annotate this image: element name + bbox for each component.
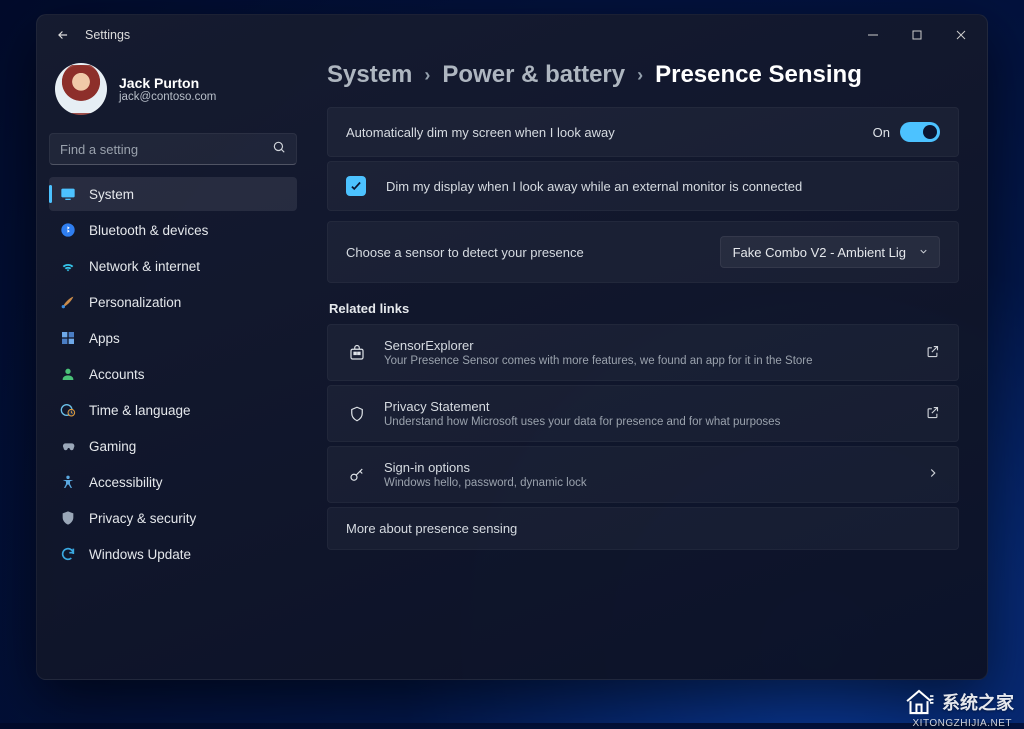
sidebar-item-gaming[interactable]: Gaming [49,429,297,463]
store-icon [346,344,368,362]
search-icon [272,140,286,159]
profile-block[interactable]: Jack Purton jack@contoso.com [49,59,297,129]
breadcrumb-level2[interactable]: Power & battery [442,61,625,89]
main-content: System › Power & battery › Presence Sens… [309,55,987,679]
accessibility-icon [59,473,77,491]
sidebar-item-network[interactable]: Network & internet [49,249,297,283]
update-icon [59,545,77,563]
search-box[interactable] [49,133,297,165]
sidebar-item-personalization[interactable]: Personalization [49,285,297,319]
breadcrumb-current: Presence Sensing [655,61,862,89]
sidebar-item-apps[interactable]: Apps [49,321,297,355]
toggle-switch[interactable] [900,122,940,142]
related-link-privacy[interactable]: Privacy Statement Understand how Microso… [327,385,959,442]
sensor-dropdown[interactable]: Fake Combo V2 - Ambient Lig [720,236,940,268]
shield-icon [59,509,77,527]
window-title: Settings [85,28,130,42]
settings-window: Settings Jack Purton jack@contoso.com [36,14,988,680]
watermark: 系统之家 XITONGZHIJIA.NET [902,687,1014,717]
sidebar-item-label: Windows Update [89,547,191,562]
related-link-more[interactable]: More about presence sensing [327,507,959,550]
related-link-title: SensorExplorer [384,338,909,353]
globe-clock-icon [59,401,77,419]
house-icon [902,687,936,717]
wifi-icon [59,257,77,275]
sidebar-item-label: Privacy & security [89,511,196,526]
sidebar-item-accessibility[interactable]: Accessibility [49,465,297,499]
sidebar-item-accounts[interactable]: Accounts [49,357,297,391]
sidebar-item-label: Gaming [89,439,136,454]
key-icon [346,466,368,484]
related-link-subtitle: Windows hello, password, dynamic lock [384,477,910,489]
watermark-text: 系统之家 [942,689,1014,715]
setting-label: Dim my display when I look away while an… [382,179,940,194]
breadcrumb-level1[interactable]: System [327,61,412,89]
dropdown-value: Fake Combo V2 - Ambient Lig [733,245,906,260]
avatar [55,63,107,115]
breadcrumb: System › Power & battery › Presence Sens… [327,61,959,89]
sidebar-item-system[interactable]: System [49,177,297,211]
watermark-url: XITONGZHIJIA.NET [913,718,1013,729]
related-link-title: Sign-in options [384,460,910,475]
minimize-button[interactable] [851,19,895,51]
sidebar-item-time-language[interactable]: Time & language [49,393,297,427]
profile-email: jack@contoso.com [119,91,216,103]
sidebar-item-label: System [89,187,134,202]
related-link-title: More about presence sensing [346,521,940,536]
related-link-subtitle: Your Presence Sensor comes with more fea… [384,355,909,367]
setting-label: Automatically dim my screen when I look … [346,125,857,140]
related-link-sensorexplorer[interactable]: SensorExplorer Your Presence Sensor come… [327,324,959,381]
nav-list: System Bluetooth & devices Network & int… [49,177,297,571]
sidebar-item-label: Apps [89,331,120,346]
sidebar-item-update[interactable]: Windows Update [49,537,297,571]
sidebar-item-label: Time & language [89,403,191,418]
sidebar-item-label: Network & internet [89,259,200,274]
setting-auto-dim-group: Automatically dim my screen when I look … [327,107,959,157]
chevron-right-icon: › [424,65,430,86]
sidebar-item-label: Bluetooth & devices [89,223,208,238]
titlebar: Settings [37,15,987,55]
related-links-heading: Related links [329,301,957,316]
sidebar-item-label: Personalization [89,295,181,310]
close-button[interactable] [939,19,983,51]
setting-auto-dim[interactable]: Automatically dim my screen when I look … [328,108,958,156]
back-button[interactable] [49,21,77,49]
related-link-signin[interactable]: Sign-in options Windows hello, password,… [327,446,959,503]
sidebar-item-label: Accessibility [89,475,163,490]
sidebar-item-bluetooth[interactable]: Bluetooth & devices [49,213,297,247]
checkbox[interactable] [346,176,366,196]
related-link-title: Privacy Statement [384,399,909,414]
chevron-right-icon: › [637,65,643,86]
profile-name: Jack Purton [119,75,216,91]
search-input[interactable] [60,142,272,157]
chevron-right-icon [926,466,940,483]
bluetooth-icon [59,221,77,239]
setting-choose-sensor: Choose a sensor to detect your presence … [327,221,959,283]
open-external-icon [925,344,940,362]
person-icon [59,365,77,383]
chevron-down-icon [918,245,929,260]
sidebar-item-label: Accounts [89,367,145,382]
related-link-subtitle: Understand how Microsoft uses your data … [384,416,909,428]
apps-icon [59,329,77,347]
setting-dim-external[interactable]: Dim my display when I look away while an… [327,161,959,211]
setting-label: Choose a sensor to detect your presence [346,245,704,260]
sidebar: Jack Purton jack@contoso.com System Blue… [37,55,309,679]
brush-icon [59,293,77,311]
gamepad-icon [59,437,77,455]
display-icon [59,185,77,203]
maximize-button[interactable] [895,19,939,51]
sidebar-item-privacy[interactable]: Privacy & security [49,501,297,535]
toggle-state-text: On [873,125,890,140]
open-external-icon [925,405,940,423]
shield-outline-icon [346,405,368,423]
